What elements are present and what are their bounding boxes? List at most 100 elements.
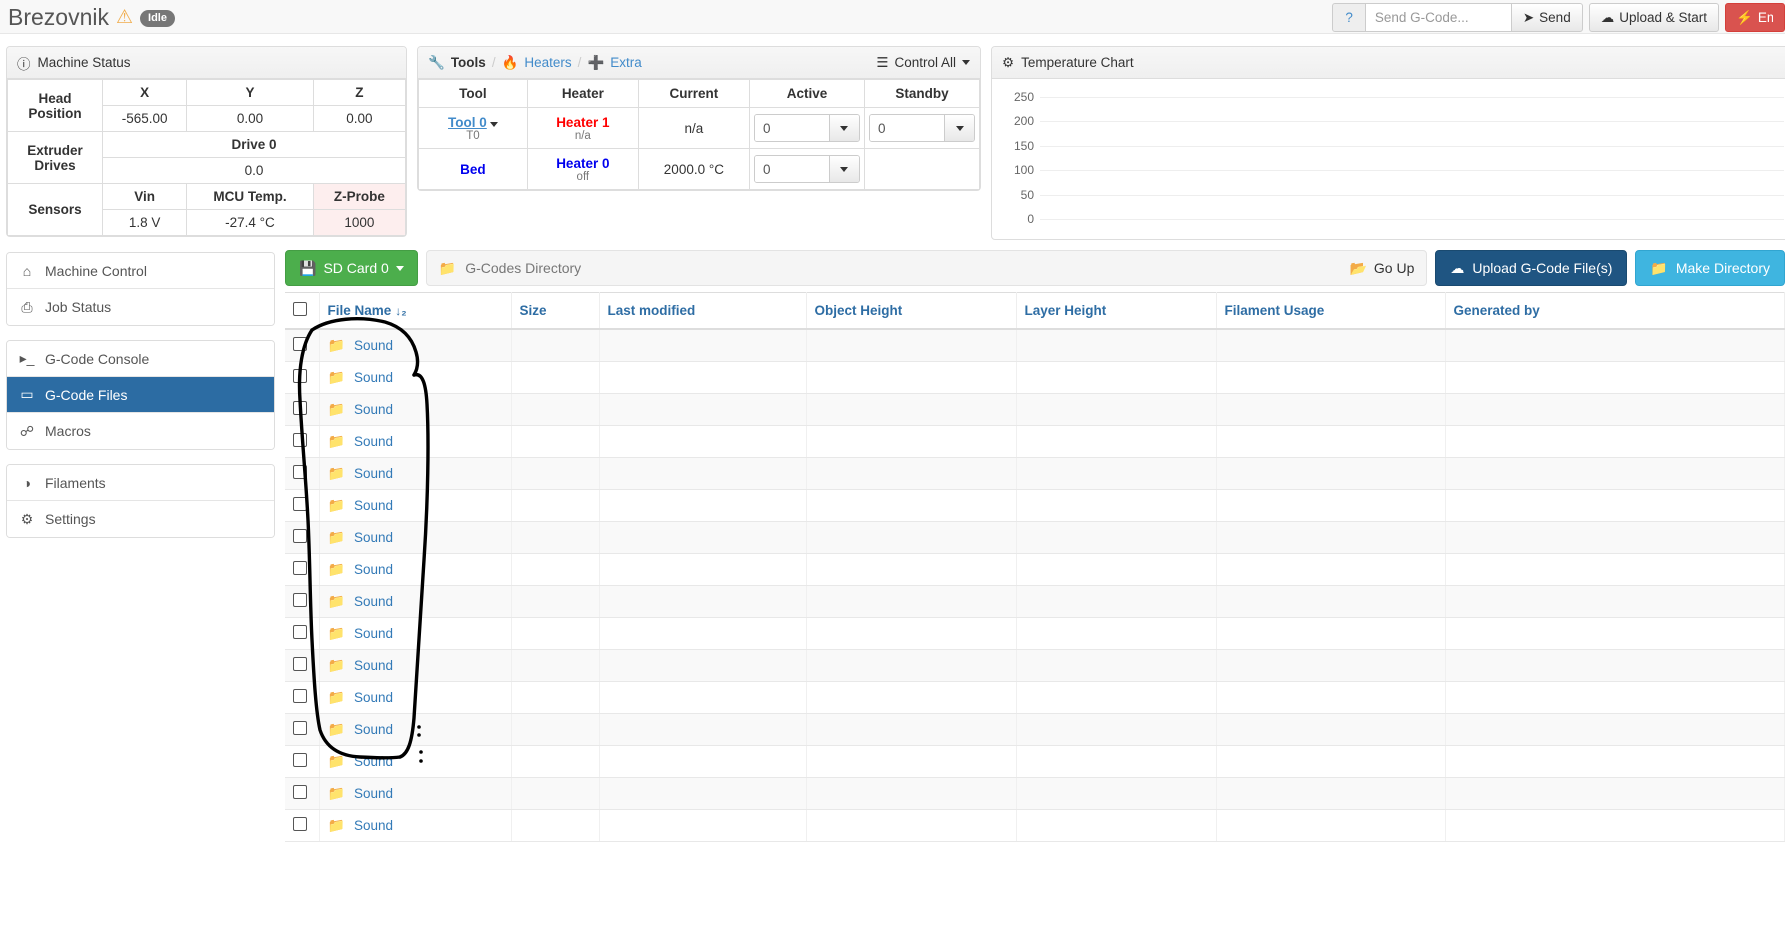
standby-temp-input-0[interactable] — [870, 115, 944, 141]
active-temp-dropdown-0[interactable] — [829, 115, 859, 141]
chevron-down-icon[interactable] — [490, 122, 498, 127]
file-name-cell[interactable]: 📁Sound — [319, 682, 511, 714]
row-select-cell[interactable] — [285, 746, 319, 778]
row-select-cell[interactable] — [285, 394, 319, 426]
table-row[interactable]: 📁Sound — [285, 394, 1785, 426]
row-checkbox[interactable] — [293, 369, 307, 383]
tab-heaters[interactable]: Heaters — [524, 55, 571, 70]
table-row[interactable]: 📁Sound — [285, 426, 1785, 458]
folder-link[interactable]: 📁Sound — [328, 497, 393, 514]
standby-temp-stepper-0[interactable] — [869, 114, 975, 142]
upload-gcode-files-button[interactable]: ☁ Upload G-Code File(s) — [1435, 250, 1627, 286]
sidebar-item-g-code-console[interactable]: ▸_G-Code Console — [7, 341, 274, 377]
folder-link[interactable]: 📁Sound — [328, 433, 393, 450]
folder-link[interactable]: 📁Sound — [328, 465, 393, 482]
folder-link[interactable]: 📁Sound — [328, 401, 393, 418]
emergency-stop-button[interactable]: ⚡ Emergency Stop — [1725, 3, 1785, 32]
select-all-checkbox[interactable] — [293, 302, 307, 316]
row-select-cell[interactable] — [285, 618, 319, 650]
file-name-cell[interactable]: 📁Sound — [319, 458, 511, 490]
file-name-cell[interactable]: 📁Sound — [319, 650, 511, 682]
file-name-cell[interactable]: 📁Sound — [319, 394, 511, 426]
table-row[interactable]: 📁Sound — [285, 714, 1785, 746]
table-row[interactable]: 📁Sound — [285, 554, 1785, 586]
col-generated-by[interactable]: Generated by — [1445, 293, 1785, 330]
table-row[interactable]: 📁Sound — [285, 586, 1785, 618]
file-name-cell[interactable]: 📁Sound — [319, 522, 511, 554]
row-select-cell[interactable] — [285, 682, 319, 714]
sidebar-item-filaments[interactable]: ◑Filaments — [7, 465, 274, 501]
folder-link[interactable]: 📁Sound — [328, 753, 393, 770]
file-name-cell[interactable]: 📁Sound — [319, 586, 511, 618]
table-row[interactable]: 📁Sound — [285, 490, 1785, 522]
folder-link[interactable]: 📁Sound — [328, 817, 393, 834]
send-button[interactable]: ➤ Send — [1511, 3, 1583, 32]
select-all-header[interactable] — [285, 293, 319, 330]
table-row[interactable]: 📁Sound — [285, 618, 1785, 650]
tab-tools[interactable]: Tools — [451, 55, 486, 70]
folder-link[interactable]: 📁Sound — [328, 561, 393, 578]
sort-alpha-desc-icon[interactable]: ↓₂ — [395, 304, 406, 318]
folder-link[interactable]: 📁Sound — [328, 721, 393, 738]
col-filament-usage[interactable]: Filament Usage — [1216, 293, 1445, 330]
row-checkbox[interactable] — [293, 689, 307, 703]
heater-1-link[interactable]: Heater 1 — [532, 115, 634, 130]
table-row[interactable]: 📁Sound — [285, 746, 1785, 778]
active-temp-input-1[interactable] — [755, 156, 829, 182]
standby-temp-dropdown-0[interactable] — [944, 115, 974, 141]
bed-link[interactable]: Bed — [460, 162, 486, 177]
sidebar-item-job-status[interactable]: ⎙Job Status — [7, 289, 274, 325]
row-select-cell[interactable] — [285, 426, 319, 458]
file-name-cell[interactable]: 📁Sound — [319, 810, 511, 842]
row-select-cell[interactable] — [285, 714, 319, 746]
row-select-cell[interactable] — [285, 329, 319, 362]
file-name-cell[interactable]: 📁Sound — [319, 554, 511, 586]
table-row[interactable]: 📁Sound — [285, 682, 1785, 714]
make-directory-button[interactable]: 📁 Make Directory — [1635, 250, 1785, 286]
col-size[interactable]: Size — [511, 293, 599, 330]
row-checkbox[interactable] — [293, 721, 307, 735]
sd-card-dropdown-button[interactable]: 💾 SD Card 0 — [285, 250, 418, 286]
row-select-cell[interactable] — [285, 586, 319, 618]
file-name-cell[interactable]: 📁Sound — [319, 362, 511, 394]
gcode-input[interactable] — [1366, 3, 1511, 32]
active-temp-input-0[interactable] — [755, 115, 829, 141]
row-checkbox[interactable] — [293, 561, 307, 575]
row-checkbox[interactable] — [293, 529, 307, 543]
folder-link[interactable]: 📁Sound — [328, 625, 393, 642]
folder-link[interactable]: 📁Sound — [328, 593, 393, 610]
col-file-name[interactable]: File Name↓₂ — [319, 293, 511, 330]
sidebar-item-settings[interactable]: ⚙Settings — [7, 501, 274, 537]
heater-0-link[interactable]: Heater 0 — [532, 156, 634, 171]
file-name-cell[interactable]: 📁Sound — [319, 426, 511, 458]
table-row[interactable]: 📁Sound — [285, 458, 1785, 490]
file-name-cell[interactable]: 📁Sound — [319, 778, 511, 810]
file-name-cell[interactable]: 📁Sound — [319, 329, 511, 362]
row-checkbox[interactable] — [293, 785, 307, 799]
sidebar-item-g-code-files[interactable]: ▭G-Code Files — [7, 377, 274, 413]
col-last-modified[interactable]: Last modified — [599, 293, 806, 330]
help-button[interactable]: ? — [1332, 3, 1366, 32]
control-all-dropdown[interactable]: ☰ Control All — [876, 55, 970, 71]
folder-link[interactable]: 📁Sound — [328, 689, 393, 706]
table-row[interactable]: 📁Sound — [285, 778, 1785, 810]
row-select-cell[interactable] — [285, 650, 319, 682]
row-checkbox[interactable] — [293, 433, 307, 447]
folder-link[interactable]: 📁Sound — [328, 337, 393, 354]
sidebar-item-macros[interactable]: ☍Macros — [7, 413, 274, 449]
folder-link[interactable]: 📁Sound — [328, 785, 393, 802]
folder-link[interactable]: 📁Sound — [328, 369, 393, 386]
upload-and-start-button[interactable]: ☁ Upload & Start — [1589, 3, 1719, 32]
row-select-cell[interactable] — [285, 362, 319, 394]
folder-link[interactable]: 📁Sound — [328, 657, 393, 674]
go-up-button[interactable]: 📂 Go Up — [1349, 260, 1414, 277]
active-temp-stepper-0[interactable] — [754, 114, 860, 142]
row-checkbox[interactable] — [293, 401, 307, 415]
row-checkbox[interactable] — [293, 497, 307, 511]
table-row[interactable]: 📁Sound — [285, 650, 1785, 682]
active-temp-dropdown-1[interactable] — [829, 156, 859, 182]
table-row[interactable]: 📁Sound — [285, 329, 1785, 362]
tool-0-link[interactable]: Tool 0 — [448, 115, 487, 130]
row-select-cell[interactable] — [285, 522, 319, 554]
row-select-cell[interactable] — [285, 458, 319, 490]
